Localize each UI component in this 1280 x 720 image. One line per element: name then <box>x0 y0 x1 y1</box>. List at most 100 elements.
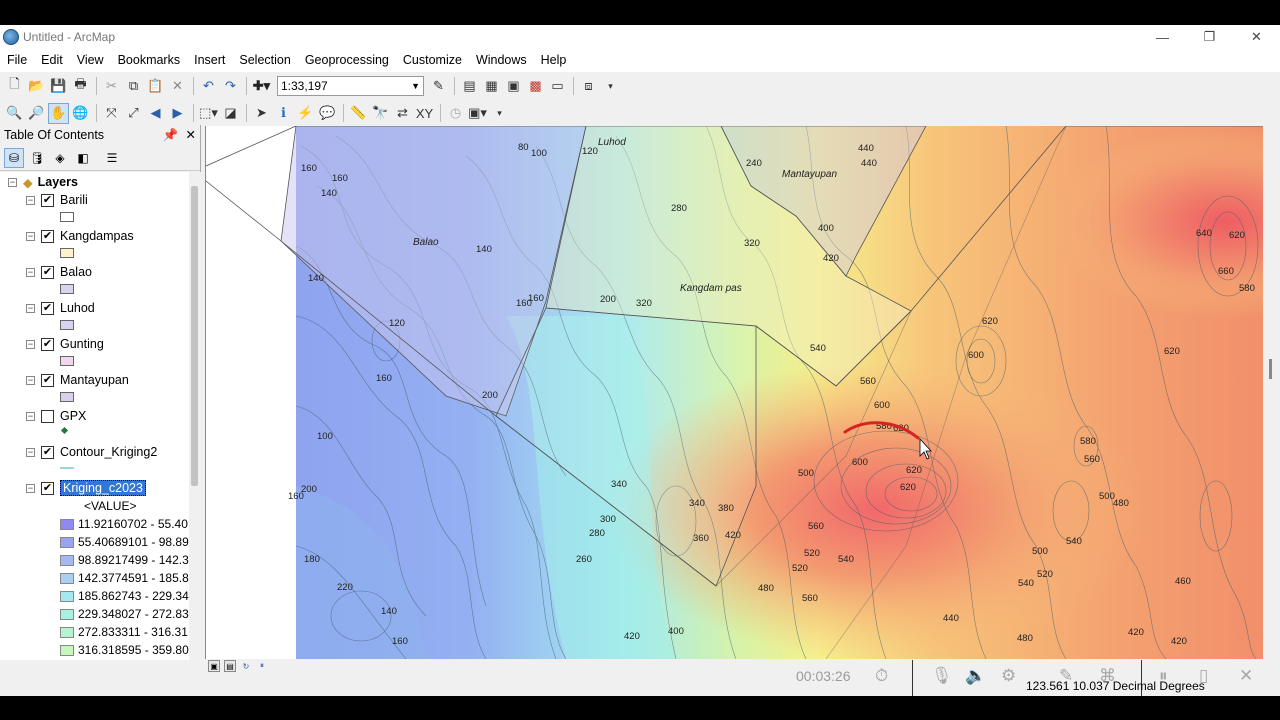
zoom-out-icon[interactable]: 🔎 <box>26 103 47 124</box>
toc-layer-luhod[interactable]: − ✔ Luhod <box>26 299 95 317</box>
refresh-icon[interactable]: ↻ <box>240 660 252 672</box>
list-by-source-icon[interactable]: 🛢 <box>27 148 47 168</box>
find-icon[interactable]: 🔭 <box>370 103 391 124</box>
layer-visibility-checkbox[interactable]: ✔ <box>41 337 54 351</box>
collapse-icon[interactable]: − <box>26 231 35 241</box>
menu-file[interactable]: File <box>0 49 34 72</box>
map-vertical-scrollbar[interactable] <box>1263 126 1280 659</box>
editor-toolbar-icon[interactable]: ✎ <box>428 76 449 97</box>
html-popup-icon[interactable]: 💬 <box>317 103 338 124</box>
fixed-zoom-out-icon[interactable]: ⤢ <box>123 103 144 124</box>
map-view[interactable]: Luhod Mantayupan Balao Kangdam pas 80 100… <box>205 126 1263 659</box>
close-recorder-icon[interactable]: ✕ <box>1239 666 1253 686</box>
toc-layer-mantayupan[interactable]: − ✔ Mantayupan <box>26 371 129 389</box>
list-by-visibility-icon[interactable]: ◈ <box>50 148 70 168</box>
search-window-icon[interactable]: ▣ <box>503 76 524 97</box>
list-by-selection-icon[interactable]: ◧ <box>73 148 93 168</box>
menu-help[interactable]: Help <box>534 49 574 72</box>
collapse-icon[interactable]: − <box>26 375 35 385</box>
layer-visibility-checkbox[interactable]: ✔ <box>41 481 54 495</box>
new-document-icon[interactable]: 🗋 <box>4 76 25 97</box>
full-extent-icon[interactable]: 🌐 <box>70 103 91 124</box>
mic-muted-icon[interactable]: 🎙 <box>931 666 953 686</box>
print-icon[interactable]: 🖶 <box>70 76 91 97</box>
menu-edit[interactable]: Edit <box>34 49 70 72</box>
layer-visibility-checkbox[interactable]: ✔ <box>41 193 54 207</box>
cut-icon[interactable]: ✂ <box>101 76 122 97</box>
back-arrow-icon[interactable]: ◀ <box>145 103 166 124</box>
hyperlink-icon[interactable]: ⚡ <box>295 103 316 124</box>
list-by-drawing-order-icon[interactable]: ⛁ <box>4 147 24 168</box>
layer-visibility-checkbox[interactable]: ✔ <box>41 445 54 459</box>
select-elements-icon[interactable]: ➤ <box>251 103 272 124</box>
fixed-zoom-in-icon[interactable]: ⤧ <box>101 103 122 124</box>
find-route-icon[interactable]: ⇄ <box>392 103 413 124</box>
collapse-icon[interactable]: − <box>26 483 35 493</box>
pan-icon[interactable]: ✋ <box>48 102 69 124</box>
map-scale-combobox[interactable]: 1:33,197 ▼ <box>277 76 424 96</box>
collapse-icon[interactable]: − <box>26 447 35 457</box>
speaker-muted-icon[interactable]: 🔈 <box>965 666 986 686</box>
toolbar-options-icon-2[interactable]: ▾ <box>489 103 510 124</box>
select-features-icon[interactable]: ⬚▾ <box>198 103 219 124</box>
settings-gear-icon[interactable]: ⚙ <box>1001 666 1016 686</box>
toc-layer-contour-kriging2[interactable]: − ✔ Contour_Kriging2 <box>26 443 157 461</box>
toc-scrollbar[interactable] <box>189 172 201 660</box>
toc-layer-gunting[interactable]: − ✔ Gunting <box>26 335 104 353</box>
toc-layer-kangdampas[interactable]: − ✔ Kangdampas <box>26 227 134 245</box>
collapse-icon[interactable]: − <box>26 339 35 349</box>
layer-visibility-checkbox[interactable]: ✔ <box>41 301 54 315</box>
model-builder-icon[interactable]: ⧈ <box>578 76 599 97</box>
toc-layer-barili[interactable]: − ✔ Barili <box>26 191 88 209</box>
layer-visibility-checkbox[interactable]: ✔ <box>41 265 54 279</box>
layer-visibility-checkbox[interactable]: ✔ <box>41 373 54 387</box>
measure-icon[interactable]: 📏 <box>348 103 369 124</box>
pin-icon[interactable]: 📌 <box>162 128 178 142</box>
collapse-icon[interactable]: − <box>26 411 35 421</box>
paste-icon[interactable]: 📋 <box>145 76 166 97</box>
menu-windows[interactable]: Windows <box>469 49 534 72</box>
options-icon[interactable]: ☰ <box>102 148 122 168</box>
table-of-contents-window-icon[interactable]: ▤ <box>459 76 480 97</box>
catalog-window-icon[interactable]: ▦ <box>481 76 502 97</box>
data-view-icon[interactable]: ▣ <box>208 660 220 672</box>
create-viewer-window-icon[interactable]: ▣▾ <box>467 103 488 124</box>
undo-icon[interactable]: ↶ <box>198 76 219 97</box>
toc-layer-balao[interactable]: − ✔ Balao <box>26 263 92 281</box>
menu-selection[interactable]: Selection <box>232 49 297 72</box>
clear-selection-icon[interactable]: ◪ <box>220 103 241 124</box>
menu-bookmarks[interactable]: Bookmarks <box>111 49 188 72</box>
collapse-icon[interactable]: − <box>26 195 35 205</box>
toolbar-options-icon[interactable]: ▾ <box>600 76 621 97</box>
arctoolbox-icon[interactable]: ▩ <box>525 76 546 97</box>
toc-layer-kriging-c2023[interactable]: − ✔ Kriging_c2023 <box>26 479 146 497</box>
menu-insert[interactable]: Insert <box>187 49 232 72</box>
pause-drawing-icon[interactable]: ⏸ <box>256 660 268 672</box>
layer-visibility-checkbox[interactable]: ✔ <box>41 229 54 243</box>
python-window-icon[interactable]: ▭ <box>547 76 568 97</box>
menu-view[interactable]: View <box>70 49 111 72</box>
close-button[interactable]: ✕ <box>1233 25 1280 49</box>
add-data-icon[interactable]: ✚▾ <box>251 76 272 97</box>
menu-geoprocessing[interactable]: Geoprocessing <box>298 49 396 72</box>
zoom-in-icon[interactable]: 🔍 <box>4 103 25 124</box>
menu-customize[interactable]: Customize <box>396 49 469 72</box>
minimize-button[interactable]: — <box>1139 25 1186 49</box>
collapse-icon[interactable]: − <box>26 303 35 313</box>
timer-icon[interactable]: ⏱ <box>875 666 888 686</box>
redo-icon[interactable]: ↷ <box>220 76 241 97</box>
collapse-icon[interactable]: − <box>8 177 17 187</box>
forward-arrow-icon[interactable]: ▶ <box>167 103 188 124</box>
layer-visibility-checkbox[interactable] <box>41 409 54 423</box>
toc-close-icon[interactable]: ✕ <box>186 128 196 142</box>
go-to-xy-icon[interactable]: XY <box>414 103 435 124</box>
restore-button[interactable]: ❐ <box>1186 25 1233 49</box>
copy-icon[interactable]: ⧉ <box>123 76 144 97</box>
layers-group[interactable]: − ◆ Layers <box>8 173 78 191</box>
time-slider-icon[interactable]: ◷ <box>445 103 466 124</box>
layout-view-icon[interactable]: ▤ <box>224 660 236 672</box>
toc-layer-gpx[interactable]: − GPX <box>26 407 86 425</box>
delete-icon[interactable]: ✕ <box>167 76 188 97</box>
collapse-icon[interactable]: − <box>26 267 35 277</box>
save-icon[interactable]: 💾 <box>48 76 69 97</box>
